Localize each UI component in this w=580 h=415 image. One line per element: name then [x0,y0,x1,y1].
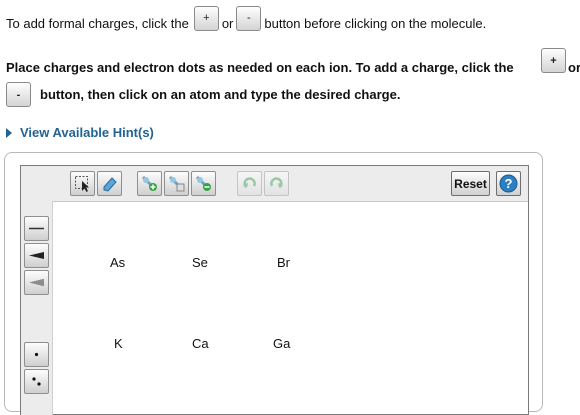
undo-icon[interactable] [237,171,262,196]
view-hints-link[interactable]: View Available Hint(s) [6,125,154,140]
molecule-editor-panel: Reset ? As Se Br K Ca Ga [4,152,543,415]
reset-button[interactable]: Reset [451,171,490,196]
hint-link-label[interactable]: View Available Hint(s) [20,125,154,140]
select-tool-icon[interactable] [70,171,95,196]
single-electron-dot-icon[interactable] [24,342,49,367]
atom-as[interactable]: As [110,255,125,270]
eraser-tool-icon[interactable] [97,171,122,196]
or-text: or [221,15,234,31]
minus-charge-button-2[interactable]: - [6,82,31,107]
wedge-bond-icon[interactable] [24,243,49,268]
bond-tools-sidebar [21,201,53,415]
or-text-2: or [568,60,580,75]
atom-ga[interactable]: Ga [273,336,290,351]
atom-ca[interactable]: Ca [192,336,209,351]
help-icon[interactable]: ? [496,171,521,196]
plus-charge-button[interactable]: + [193,5,219,31]
expand-arrow-icon [6,127,12,138]
atom-br[interactable]: Br [277,255,290,270]
formal-charges-instruction: To add formal charges, click the + or - … [6,5,576,40]
svg-text:?: ? [505,176,513,191]
add-atom-tool-icon[interactable] [137,171,162,196]
hash-bond-icon[interactable] [24,270,49,295]
single-bond-icon[interactable] [24,216,49,241]
plus-charge-button-2[interactable]: + [541,48,566,73]
atom-k[interactable]: K [114,336,123,351]
place-charges-instruction: Place charges and electron dots as neede… [6,48,580,75]
place-charges-instruction-2: - button, then click on an atom and type… [6,82,400,107]
instruction-line: Place charges and electron dots as neede… [6,60,514,75]
electron-pair-dots-icon[interactable] [24,369,49,394]
minus-charge-button[interactable]: - [236,5,262,31]
add-bond-tool-icon[interactable] [164,171,189,196]
instruction-line-2: button, then click on an atom and type t… [40,87,401,102]
editor-toolbar: Reset ? [21,166,528,202]
redo-icon[interactable] [264,171,289,196]
drawing-canvas[interactable]: Reset ? As Se Br K Ca Ga [20,165,529,415]
instruction-text-suffix: button before clicking on the molecule. [264,15,487,31]
atom-se[interactable]: Se [192,255,208,270]
remove-atom-tool-icon[interactable] [191,171,216,196]
instruction-text: To add formal charges, click the [6,15,189,31]
